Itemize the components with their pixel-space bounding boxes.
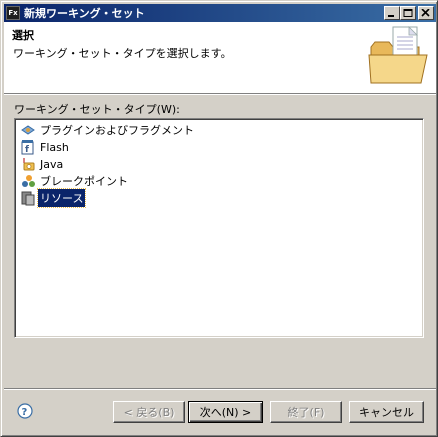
next-button-label: 次へ(N) > xyxy=(199,406,252,419)
svg-text:?: ? xyxy=(22,407,28,418)
minimize-button[interactable] xyxy=(384,6,400,20)
minimize-icon xyxy=(388,15,394,17)
java-icon xyxy=(23,158,35,171)
list-item-label: Flash xyxy=(40,140,69,154)
plugin-icon xyxy=(21,125,35,135)
footer-separator xyxy=(4,388,436,390)
list-item[interactable]: ブレークポイント xyxy=(20,173,130,189)
cancel-button-label: キャンセル xyxy=(359,406,414,419)
list-item-label: ブレークポイント xyxy=(40,175,128,188)
breakpoint-icon xyxy=(22,175,35,187)
maximize-button[interactable] xyxy=(400,6,416,20)
svg-text:f: f xyxy=(25,145,29,155)
finish-button-label: 終了(F) xyxy=(287,406,325,419)
list-item[interactable]: f Flash xyxy=(20,139,71,155)
list-item[interactable]: Java xyxy=(20,156,65,172)
folder-with-document-icon xyxy=(368,26,428,84)
page-description: ワーキング・セット・タイプを選択します。 xyxy=(13,47,232,60)
list-item-label: Java xyxy=(40,157,64,171)
title-bar[interactable]: Fx 新規ワーキング・セット xyxy=(4,4,436,22)
dialog-window: Fx 新規ワーキング・セット 選択 ワーキング・セット・タイプを選択します。 ワ… xyxy=(0,0,438,437)
flash-icon: f xyxy=(21,140,34,155)
window-controls xyxy=(384,6,434,20)
app-icon: Fx xyxy=(6,6,20,20)
list-item-label: プラグインおよびフラグメント xyxy=(40,124,194,137)
maximize-icon xyxy=(403,9,413,17)
working-set-type-label: ワーキング・セット・タイプ(W): xyxy=(14,103,180,116)
list-item[interactable]: リソース xyxy=(20,188,87,208)
page-title: 選択 xyxy=(12,29,34,42)
back-button-label: < 戻る(B) xyxy=(123,406,175,419)
header-separator xyxy=(4,93,436,95)
close-icon xyxy=(421,9,430,17)
window-title: 新規ワーキング・セット xyxy=(24,7,145,20)
wizard-header: 選択 ワーキング・セット・タイプを選択します。 xyxy=(4,22,436,93)
cancel-button[interactable]: キャンセル xyxy=(349,401,424,423)
help-icon[interactable]: ? xyxy=(17,403,33,419)
working-set-type-list[interactable]: プラグインおよびフラグメント f Flash Java ブレークポイント リソー… xyxy=(14,118,424,338)
close-button[interactable] xyxy=(418,6,434,20)
finish-button[interactable]: 終了(F) xyxy=(270,401,342,423)
back-button[interactable]: < 戻る(B) xyxy=(113,401,185,423)
list-item-label: リソース xyxy=(36,188,87,208)
resource-icon xyxy=(21,191,35,206)
next-button[interactable]: 次へ(N) > xyxy=(188,401,263,423)
list-item[interactable]: プラグインおよびフラグメント xyxy=(20,122,196,138)
